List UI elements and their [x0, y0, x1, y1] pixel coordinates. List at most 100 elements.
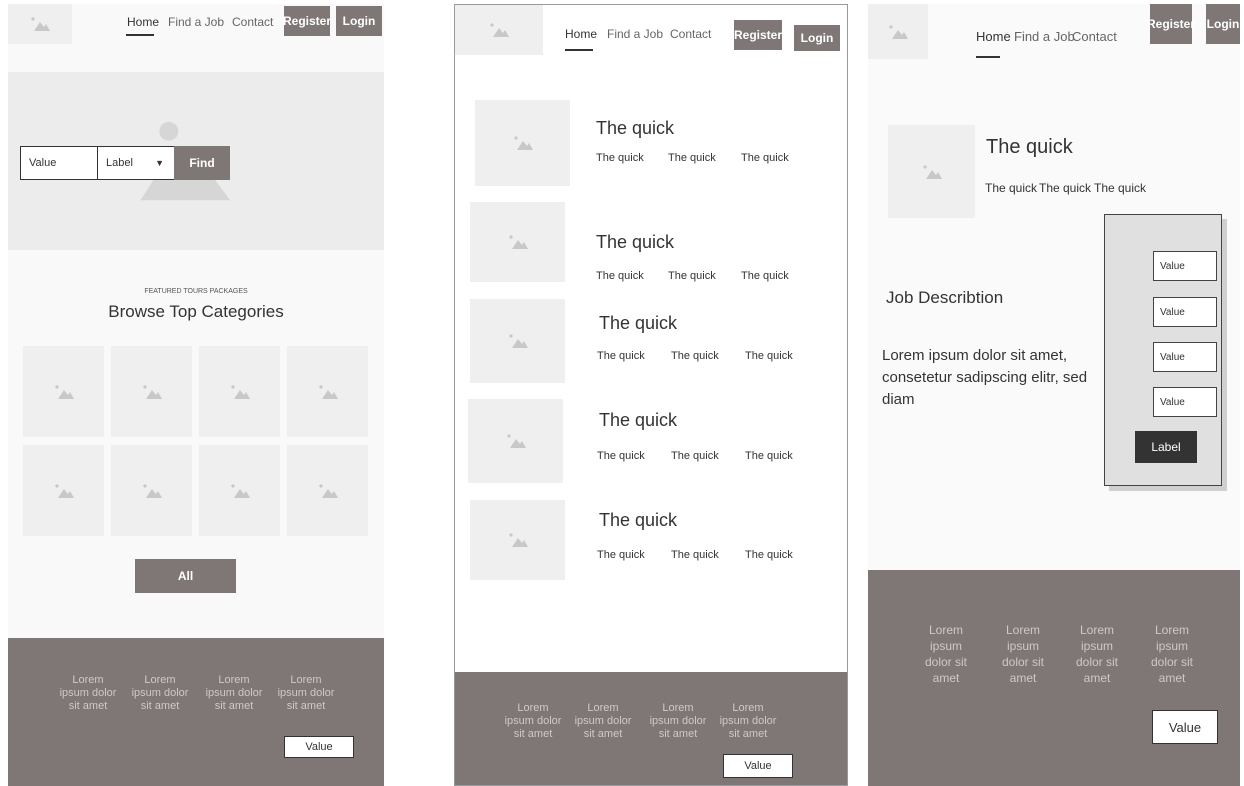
category-card[interactable]	[111, 346, 192, 437]
list-item-image	[470, 500, 565, 580]
logo-placeholder	[868, 4, 928, 59]
list-item-title: The quick	[599, 510, 678, 530]
footer-column: Lorem ipsum dolor sit amet	[924, 623, 968, 685]
category-card[interactable]	[23, 445, 104, 536]
chevron-down-icon: ▼	[155, 158, 164, 168]
image-placeholder-icon	[513, 136, 533, 150]
form-submit-button[interactable]: Label	[1135, 431, 1197, 463]
job-header-title: The quick	[986, 136, 1073, 158]
image-placeholder-icon	[889, 24, 908, 39]
list-item-title: The quick	[596, 232, 675, 252]
hero-section: Value Label ▼ Find	[8, 72, 384, 250]
list-item-image	[470, 299, 565, 383]
footer-input[interactable]: Value	[723, 754, 793, 778]
list-item-sub: The quick	[597, 450, 645, 462]
list-item-sub: The quick	[741, 270, 789, 282]
footer: Lorem ipsum dolor sit amet Lorem ipsum d…	[8, 638, 384, 786]
form-field[interactable]: Value	[1153, 297, 1217, 327]
category-card[interactable]	[287, 445, 368, 536]
footer-column: Lorem ipsum dolor sit amet	[277, 674, 335, 712]
category-card[interactable]	[111, 445, 192, 536]
image-placeholder-icon	[230, 483, 250, 498]
nav-contact[interactable]: Contact	[1072, 29, 1117, 44]
image-placeholder-icon	[54, 384, 74, 399]
footer-column: Lorem ipsum dolor sit amet	[719, 702, 777, 740]
image-placeholder-icon	[142, 483, 162, 498]
nav-find-job[interactable]: Find a Job	[607, 27, 663, 41]
application-form: Value Value Value Value Label	[1104, 214, 1222, 486]
footer: Lorem ipsum dolor sit amet Lorem ipsum d…	[868, 570, 1240, 786]
register-button[interactable]: Register	[1147, 4, 1195, 44]
list-item-sub: The quick	[597, 350, 645, 362]
category-card[interactable]	[287, 346, 368, 437]
list-item-sub: The quick	[596, 270, 644, 282]
login-button[interactable]: Login	[794, 25, 840, 51]
category-select[interactable]: Label ▼	[97, 146, 175, 180]
footer-input[interactable]: Value	[284, 736, 354, 758]
nav-contact[interactable]: Contact	[232, 15, 273, 29]
image-placeholder-icon	[318, 384, 338, 399]
login-button[interactable]: Login	[336, 6, 382, 36]
list-item-sub: The quick	[671, 549, 719, 561]
job-description-title: Job Describtion	[886, 288, 1004, 307]
nav-active-underline	[126, 34, 154, 36]
nav-home[interactable]: Home	[127, 15, 159, 29]
nav-active-underline	[976, 56, 1000, 58]
login-button[interactable]: Login	[1206, 4, 1240, 44]
footer-column: Lorem ipsum dolor sit amet	[59, 674, 117, 712]
list-item-sub: The quick	[745, 450, 793, 462]
section-title: Browse Top Categories	[108, 302, 284, 321]
list-item-title: The quick	[599, 410, 678, 430]
list-item-sub: The quick	[745, 549, 793, 561]
job-detail-screen: Home Find a Job Contact Register Login T…	[868, 4, 1240, 786]
nav-find-job[interactable]: Find a Job	[1014, 29, 1075, 44]
all-button[interactable]: All	[135, 559, 236, 593]
image-placeholder-icon	[318, 483, 338, 498]
footer-column: Lorem ipsum dolor sit amet	[1001, 623, 1045, 685]
nav-find-job[interactable]: Find a Job	[168, 15, 224, 29]
section-eyebrow: FEATURED TOURS PACKAGES	[144, 288, 248, 295]
logo-placeholder	[8, 4, 72, 44]
register-button[interactable]: Register	[734, 20, 782, 50]
home-screen: Home Find a Job Contact Register Login V…	[8, 4, 384, 786]
category-card[interactable]	[199, 346, 280, 437]
image-placeholder-icon	[142, 384, 162, 399]
image-placeholder-icon	[508, 533, 528, 547]
logo-placeholder	[455, 5, 543, 55]
list-item-title: The quick	[599, 313, 678, 333]
register-button[interactable]: Register	[283, 6, 331, 36]
footer-input[interactable]: Value	[1152, 710, 1218, 744]
find-button[interactable]: Find	[174, 146, 230, 180]
job-header-sub: The quick	[985, 181, 1038, 195]
nav-contact[interactable]: Contact	[670, 27, 711, 41]
job-list-screen: Home Find a Job Contact Register Login T…	[454, 4, 848, 786]
footer-column: Lorem ipsum dolor sit amet	[1075, 623, 1119, 685]
search-input[interactable]: Value	[20, 146, 98, 180]
form-field[interactable]: Value	[1153, 387, 1217, 417]
list-item-title: The quick	[596, 118, 675, 138]
category-card[interactable]	[199, 445, 280, 536]
category-card[interactable]	[23, 346, 104, 437]
image-placeholder-icon	[490, 23, 509, 37]
nav-home[interactable]: Home	[976, 29, 1011, 44]
list-item-image	[468, 399, 563, 483]
list-item-sub: The quick	[671, 350, 719, 362]
category-select-value: Label	[106, 157, 133, 169]
nav-active-underline	[565, 49, 593, 51]
image-placeholder-icon	[31, 17, 50, 31]
form-field[interactable]: Value	[1153, 251, 1217, 281]
image-placeholder-icon	[506, 434, 526, 448]
list-item-sub: The quick	[668, 152, 716, 164]
footer-column: Lorem ipsum dolor sit amet	[1150, 623, 1194, 685]
image-placeholder-icon	[54, 483, 74, 498]
image-placeholder-icon	[508, 334, 528, 348]
list-item-sub: The quick	[671, 450, 719, 462]
footer: Lorem ipsum dolor sit amet Lorem ipsum d…	[455, 672, 847, 785]
list-item-image	[470, 202, 565, 282]
list-item-sub: The quick	[745, 350, 793, 362]
list-item-image	[475, 100, 570, 186]
job-header-sub: The quick	[1039, 181, 1092, 195]
form-field[interactable]: Value	[1153, 342, 1217, 372]
nav-home[interactable]: Home	[565, 27, 597, 41]
image-placeholder-icon	[922, 164, 942, 179]
